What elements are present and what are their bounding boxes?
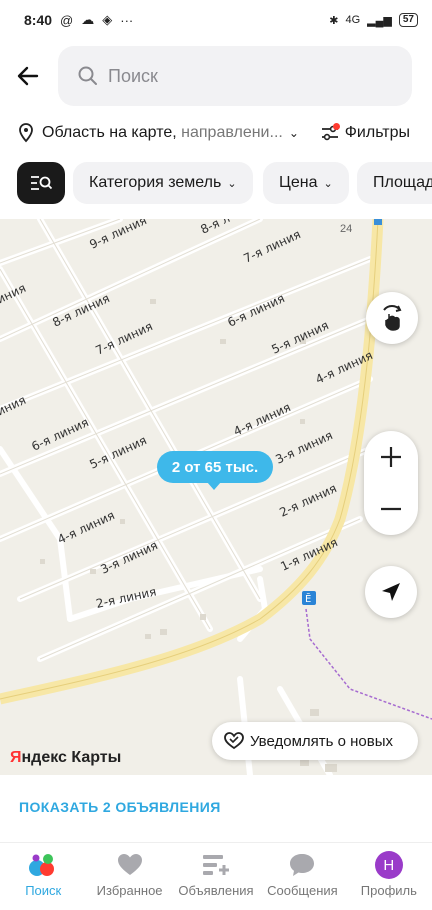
- street-label: линия: [0, 393, 28, 422]
- nav-profile[interactable]: Н Профиль: [346, 843, 432, 902]
- chip-land-category[interactable]: Категория земель ⌄: [73, 162, 253, 204]
- street-label: 9-я линия: [87, 219, 149, 252]
- avatar-icon: Н: [374, 851, 403, 879]
- header: Поиск: [0, 44, 432, 108]
- street-label: 3-я линия: [98, 538, 160, 577]
- nav-label: Избранное: [96, 883, 163, 898]
- boundary-line: [305, 608, 432, 720]
- notify-new-button[interactable]: Уведомлять о новых: [212, 722, 418, 760]
- arrow-left-icon: [17, 66, 39, 86]
- price-cluster-marker[interactable]: 2 от 65 тыс.: [157, 451, 273, 490]
- at-icon: @: [60, 12, 74, 28]
- avatar: Н: [374, 851, 403, 879]
- hand-pointer-icon: [383, 305, 402, 331]
- battery-icon: 57: [398, 13, 418, 27]
- filters-badge-dot: [332, 123, 340, 130]
- chip-label: Площадь: [373, 174, 432, 191]
- sort-button[interactable]: [17, 162, 65, 204]
- layers-icon: ◈: [102, 12, 113, 27]
- listings-add-icon: [202, 851, 230, 879]
- cloud-icon: ☁: [81, 12, 95, 27]
- logo-text: ндекс Карты: [21, 749, 122, 766]
- nav-label: Поиск: [25, 883, 62, 898]
- map-view[interactable]: 24 9-я линия 8-я л 7-я линия 8-я линия 6…: [0, 219, 432, 775]
- nav-favorites[interactable]: Избранное: [86, 843, 172, 902]
- house-marker: [374, 219, 382, 225]
- yandex-maps-logo: Яндекс Карты: [10, 749, 121, 767]
- house-number: 24: [340, 223, 352, 235]
- filters-label: Фильтры: [344, 124, 410, 141]
- location-row: Область на карте, направлени... ⌄ Фильтр…: [0, 116, 432, 150]
- street-label: 6-я линия: [225, 291, 287, 330]
- chip-label: Категория земель: [89, 174, 222, 191]
- minus-icon: [381, 507, 401, 511]
- status-time: 8:40: [24, 12, 53, 28]
- nav-search[interactable]: Поиск: [0, 843, 86, 902]
- navigation-arrow-icon: [382, 583, 400, 601]
- nav-listings[interactable]: Объявления: [173, 843, 259, 902]
- layers-hand-button[interactable]: [366, 292, 418, 344]
- notify-label: Уведомлять о новых: [250, 732, 394, 750]
- status-system-icons: ✱ 4G ▂▄▆ 57: [329, 13, 418, 27]
- zoom-in-button[interactable]: [364, 431, 418, 483]
- plus-icon: [381, 447, 401, 467]
- chip-price[interactable]: Цена ⌄: [263, 162, 349, 204]
- chip-area[interactable]: Площадь: [357, 162, 432, 204]
- bus-stop-icon: Ē: [302, 591, 316, 605]
- search-input[interactable]: Поиск: [58, 46, 412, 106]
- home-indicator: [0, 902, 432, 910]
- sort-list-icon: [31, 176, 52, 190]
- logo-letter: Я: [10, 749, 22, 766]
- search-icon: [78, 66, 97, 85]
- status-bar: 8:40 @ ☁ ◈ ··· ✱ 4G ▂▄▆ 57: [0, 0, 432, 40]
- bluetooth-icon: ✱: [329, 14, 339, 27]
- location-detail: направлени...: [181, 124, 283, 141]
- network-type: 4G: [345, 14, 361, 26]
- zoom-out-button[interactable]: [364, 483, 418, 535]
- filters-button[interactable]: Фильтры: [321, 116, 410, 150]
- location-pin-icon: [19, 123, 33, 143]
- my-location-button[interactable]: [365, 566, 417, 618]
- chevron-down-icon: ⌄: [227, 177, 237, 190]
- nav-label: Профиль: [360, 883, 417, 898]
- bottom-nav: Поиск Избранное Объявления Сообщения Н П…: [0, 842, 432, 902]
- back-button[interactable]: [10, 58, 46, 94]
- location-selector[interactable]: Область на карте, направлени...: [42, 124, 283, 142]
- street-label: 3-я линия: [273, 428, 335, 467]
- search-placeholder: Поиск: [108, 65, 158, 86]
- nav-messages[interactable]: Сообщения: [259, 843, 345, 902]
- svg-text:Ē: Ē: [305, 592, 311, 605]
- filter-chips: Категория земель ⌄ Цена ⌄ Площадь: [0, 160, 432, 206]
- signal-icon: ▂▄▆: [367, 14, 392, 27]
- zoom-control: [364, 431, 418, 535]
- show-listings-link[interactable]: ПОКАЗАТЬ 2 ОБЪЯВЛЕНИЯ: [19, 799, 221, 815]
- chat-icon: [289, 851, 315, 879]
- location-label: Область на карте,: [42, 124, 177, 141]
- heart-bell-icon: [224, 732, 244, 750]
- search-dots-icon: [28, 851, 58, 879]
- street-label: 7-я линия: [241, 227, 303, 266]
- more-dots-icon: ···: [120, 12, 134, 28]
- chip-label: Цена: [279, 174, 318, 191]
- nav-label: Сообщения: [267, 883, 338, 898]
- chevron-down-icon: ⌄: [323, 177, 333, 190]
- heart-icon: [117, 851, 143, 879]
- status-notification-icons: @ ☁ ◈ ···: [60, 12, 133, 28]
- chevron-down-icon: ⌄: [288, 126, 299, 140]
- street-label: 2-я линия: [95, 584, 158, 610]
- nav-label: Объявления: [178, 883, 254, 898]
